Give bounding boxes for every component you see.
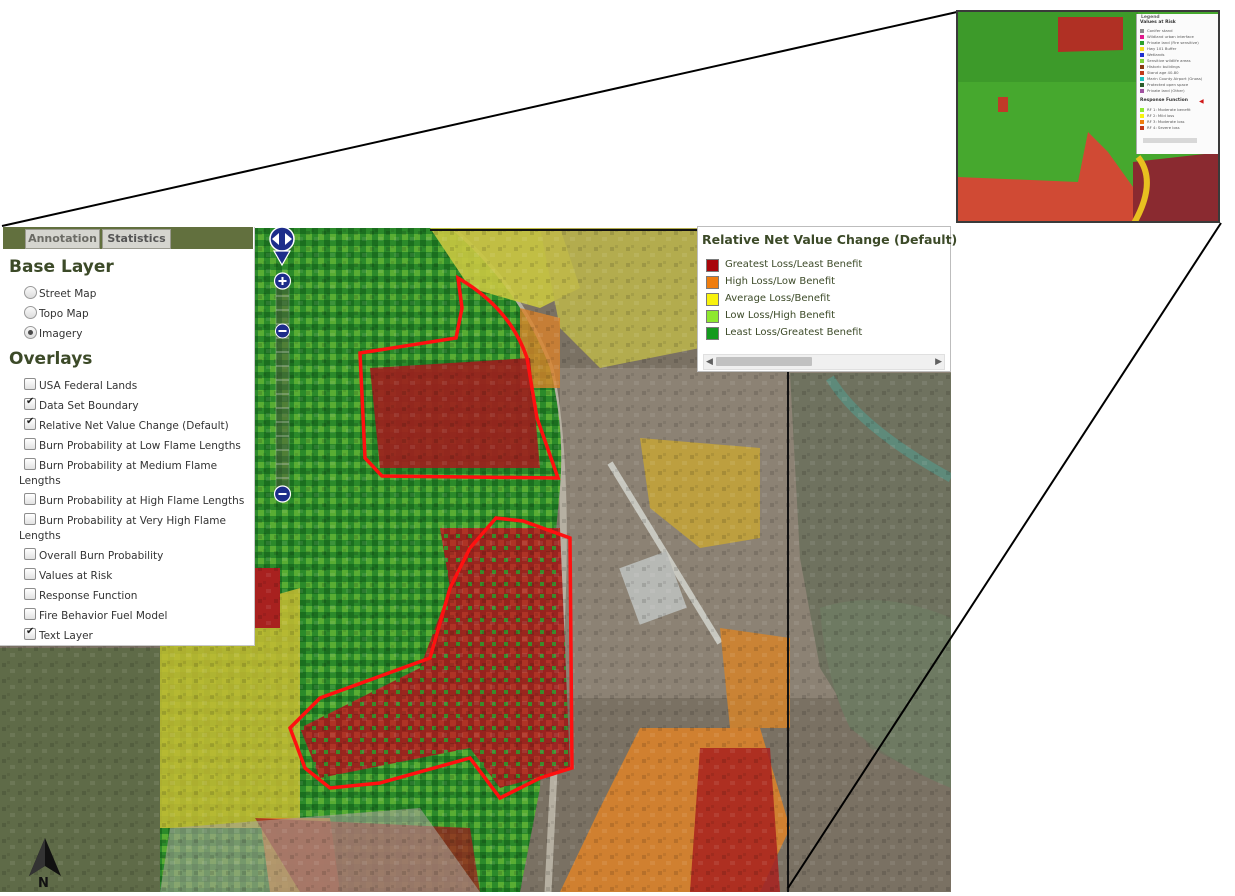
inset-zoom-view: Legend Values at Risk Conifer stand Wild…	[956, 10, 1220, 223]
inset-legend-label: RF 2: Mild loss	[1147, 113, 1175, 118]
inset-scrollbar	[1143, 138, 1197, 143]
inset-legend-label: Sensitive wildlife areas	[1147, 58, 1191, 63]
inset-legend-label: Marin County Airport (Gnoss)	[1147, 76, 1203, 81]
inset-legend-label: Historic buildings	[1147, 64, 1180, 69]
inset-legend-label: Conifer stand	[1147, 28, 1173, 33]
inset-legend-label: Wildland urban interface	[1147, 34, 1194, 39]
inset-legend-label: Stand age 40-80	[1147, 70, 1179, 75]
north-label: N	[38, 876, 49, 891]
inset-legend-label: Private land (Fire sensitive)	[1147, 40, 1199, 45]
inset-legend-label: RF 3: Moderate loss	[1147, 119, 1185, 124]
red-arrow-icon: ◀	[1199, 98, 1204, 105]
inset-rf-title: Response Function	[1140, 98, 1188, 103]
inset-legend-label: Hwy 101 Buffer	[1147, 46, 1177, 51]
inset-legend-label: Wetlands	[1147, 52, 1165, 57]
north-arrow: N	[26, 836, 64, 892]
inset-legend: Legend Values at Risk Conifer stand Wild…	[1136, 14, 1218, 154]
inset-legend-label: RF 1: Moderate benefit	[1147, 107, 1191, 112]
inset-legend-label: RF 4: Severe loss	[1147, 125, 1180, 130]
inset-legend-title: Values at Risk	[1140, 20, 1176, 25]
inset-legend-label: Private land (Other)	[1147, 88, 1185, 93]
inset-legend-label: Protected open space	[1147, 82, 1189, 87]
